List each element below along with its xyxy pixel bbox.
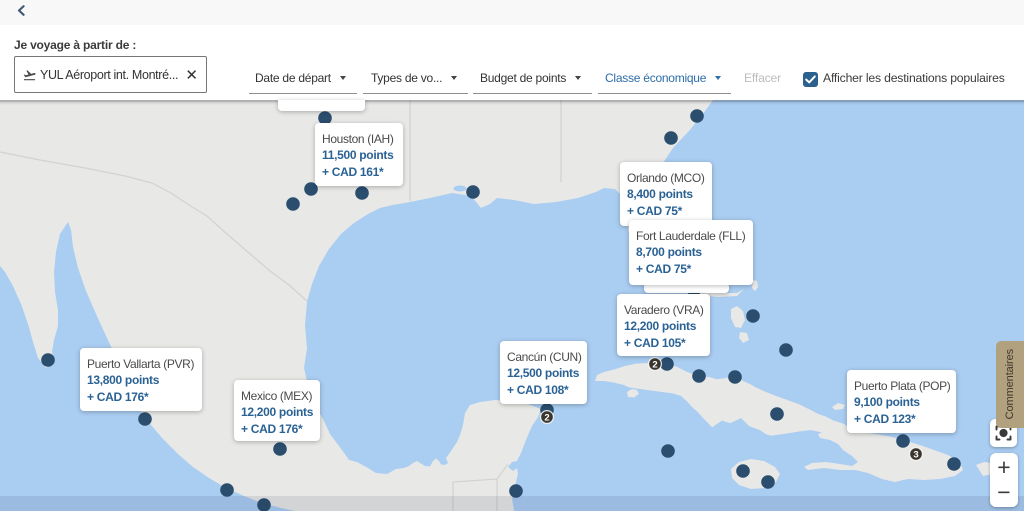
svg-text:2: 2 [652, 359, 657, 370]
svg-text:3: 3 [913, 449, 918, 460]
svg-text:2: 2 [544, 412, 549, 423]
